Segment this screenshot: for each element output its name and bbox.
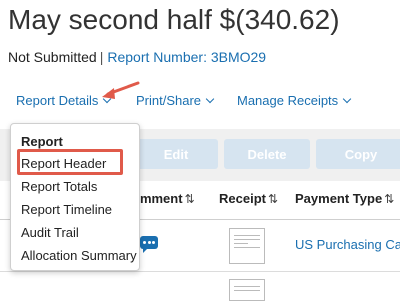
- report-number-link[interactable]: Report Number: 3BMO29: [107, 49, 266, 65]
- chevron-down-icon: [205, 94, 215, 104]
- menu-item-report-totals[interactable]: Report Totals: [21, 179, 97, 194]
- receipt-thumbnail-icon[interactable]: [229, 279, 265, 301]
- column-header-payment-type[interactable]: Payment Type ⇅: [295, 191, 394, 206]
- manage-receipts-label: Manage Receipts: [237, 93, 339, 108]
- column-label: Payment Type: [295, 191, 383, 206]
- red-arrow-icon: [102, 81, 140, 99]
- page-title: May second half $(340.62): [8, 4, 340, 35]
- annotation-highlight-box: [17, 149, 123, 175]
- menu-item-allocation-summary[interactable]: Allocation Summary: [21, 248, 137, 263]
- report-details-menu[interactable]: Report Details: [16, 93, 112, 108]
- manage-receipts-menu[interactable]: Manage Receipts: [237, 93, 352, 108]
- column-header-receipt[interactable]: Receipt ⇅: [219, 191, 278, 206]
- separator: |: [99, 49, 104, 65]
- copy-button[interactable]: Copy: [316, 139, 400, 169]
- payment-type-link[interactable]: US Purchasing Ca: [295, 237, 400, 252]
- row-divider: [0, 271, 400, 272]
- sort-icon[interactable]: ⇅: [384, 192, 394, 206]
- comment-bubble-icon[interactable]: [140, 236, 158, 253]
- sort-icon[interactable]: ⇅: [268, 192, 278, 206]
- print-share-label: Print/Share: [136, 93, 202, 108]
- chevron-down-icon: [342, 94, 352, 104]
- edit-button[interactable]: Edit: [134, 139, 218, 169]
- dropdown-heading: Report: [21, 134, 63, 149]
- delete-button[interactable]: Delete: [224, 139, 310, 169]
- menu-item-report-timeline[interactable]: Report Timeline: [21, 202, 112, 217]
- column-label: Receipt: [219, 191, 266, 206]
- receipt-thumbnail-icon[interactable]: [229, 228, 265, 264]
- status-text: Not Submitted: [8, 49, 97, 65]
- report-details-dropdown: Report Report Header Report Totals Repor…: [10, 123, 140, 271]
- print-share-menu[interactable]: Print/Share: [136, 93, 215, 108]
- report-details-label: Report Details: [16, 93, 99, 108]
- sort-icon[interactable]: ⇅: [185, 192, 195, 206]
- report-status-line: Not Submitted | Report Number: 3BMO29: [8, 49, 266, 65]
- menu-item-audit-trail[interactable]: Audit Trail: [21, 225, 79, 240]
- column-header-comment[interactable]: omment ⇅: [132, 191, 195, 206]
